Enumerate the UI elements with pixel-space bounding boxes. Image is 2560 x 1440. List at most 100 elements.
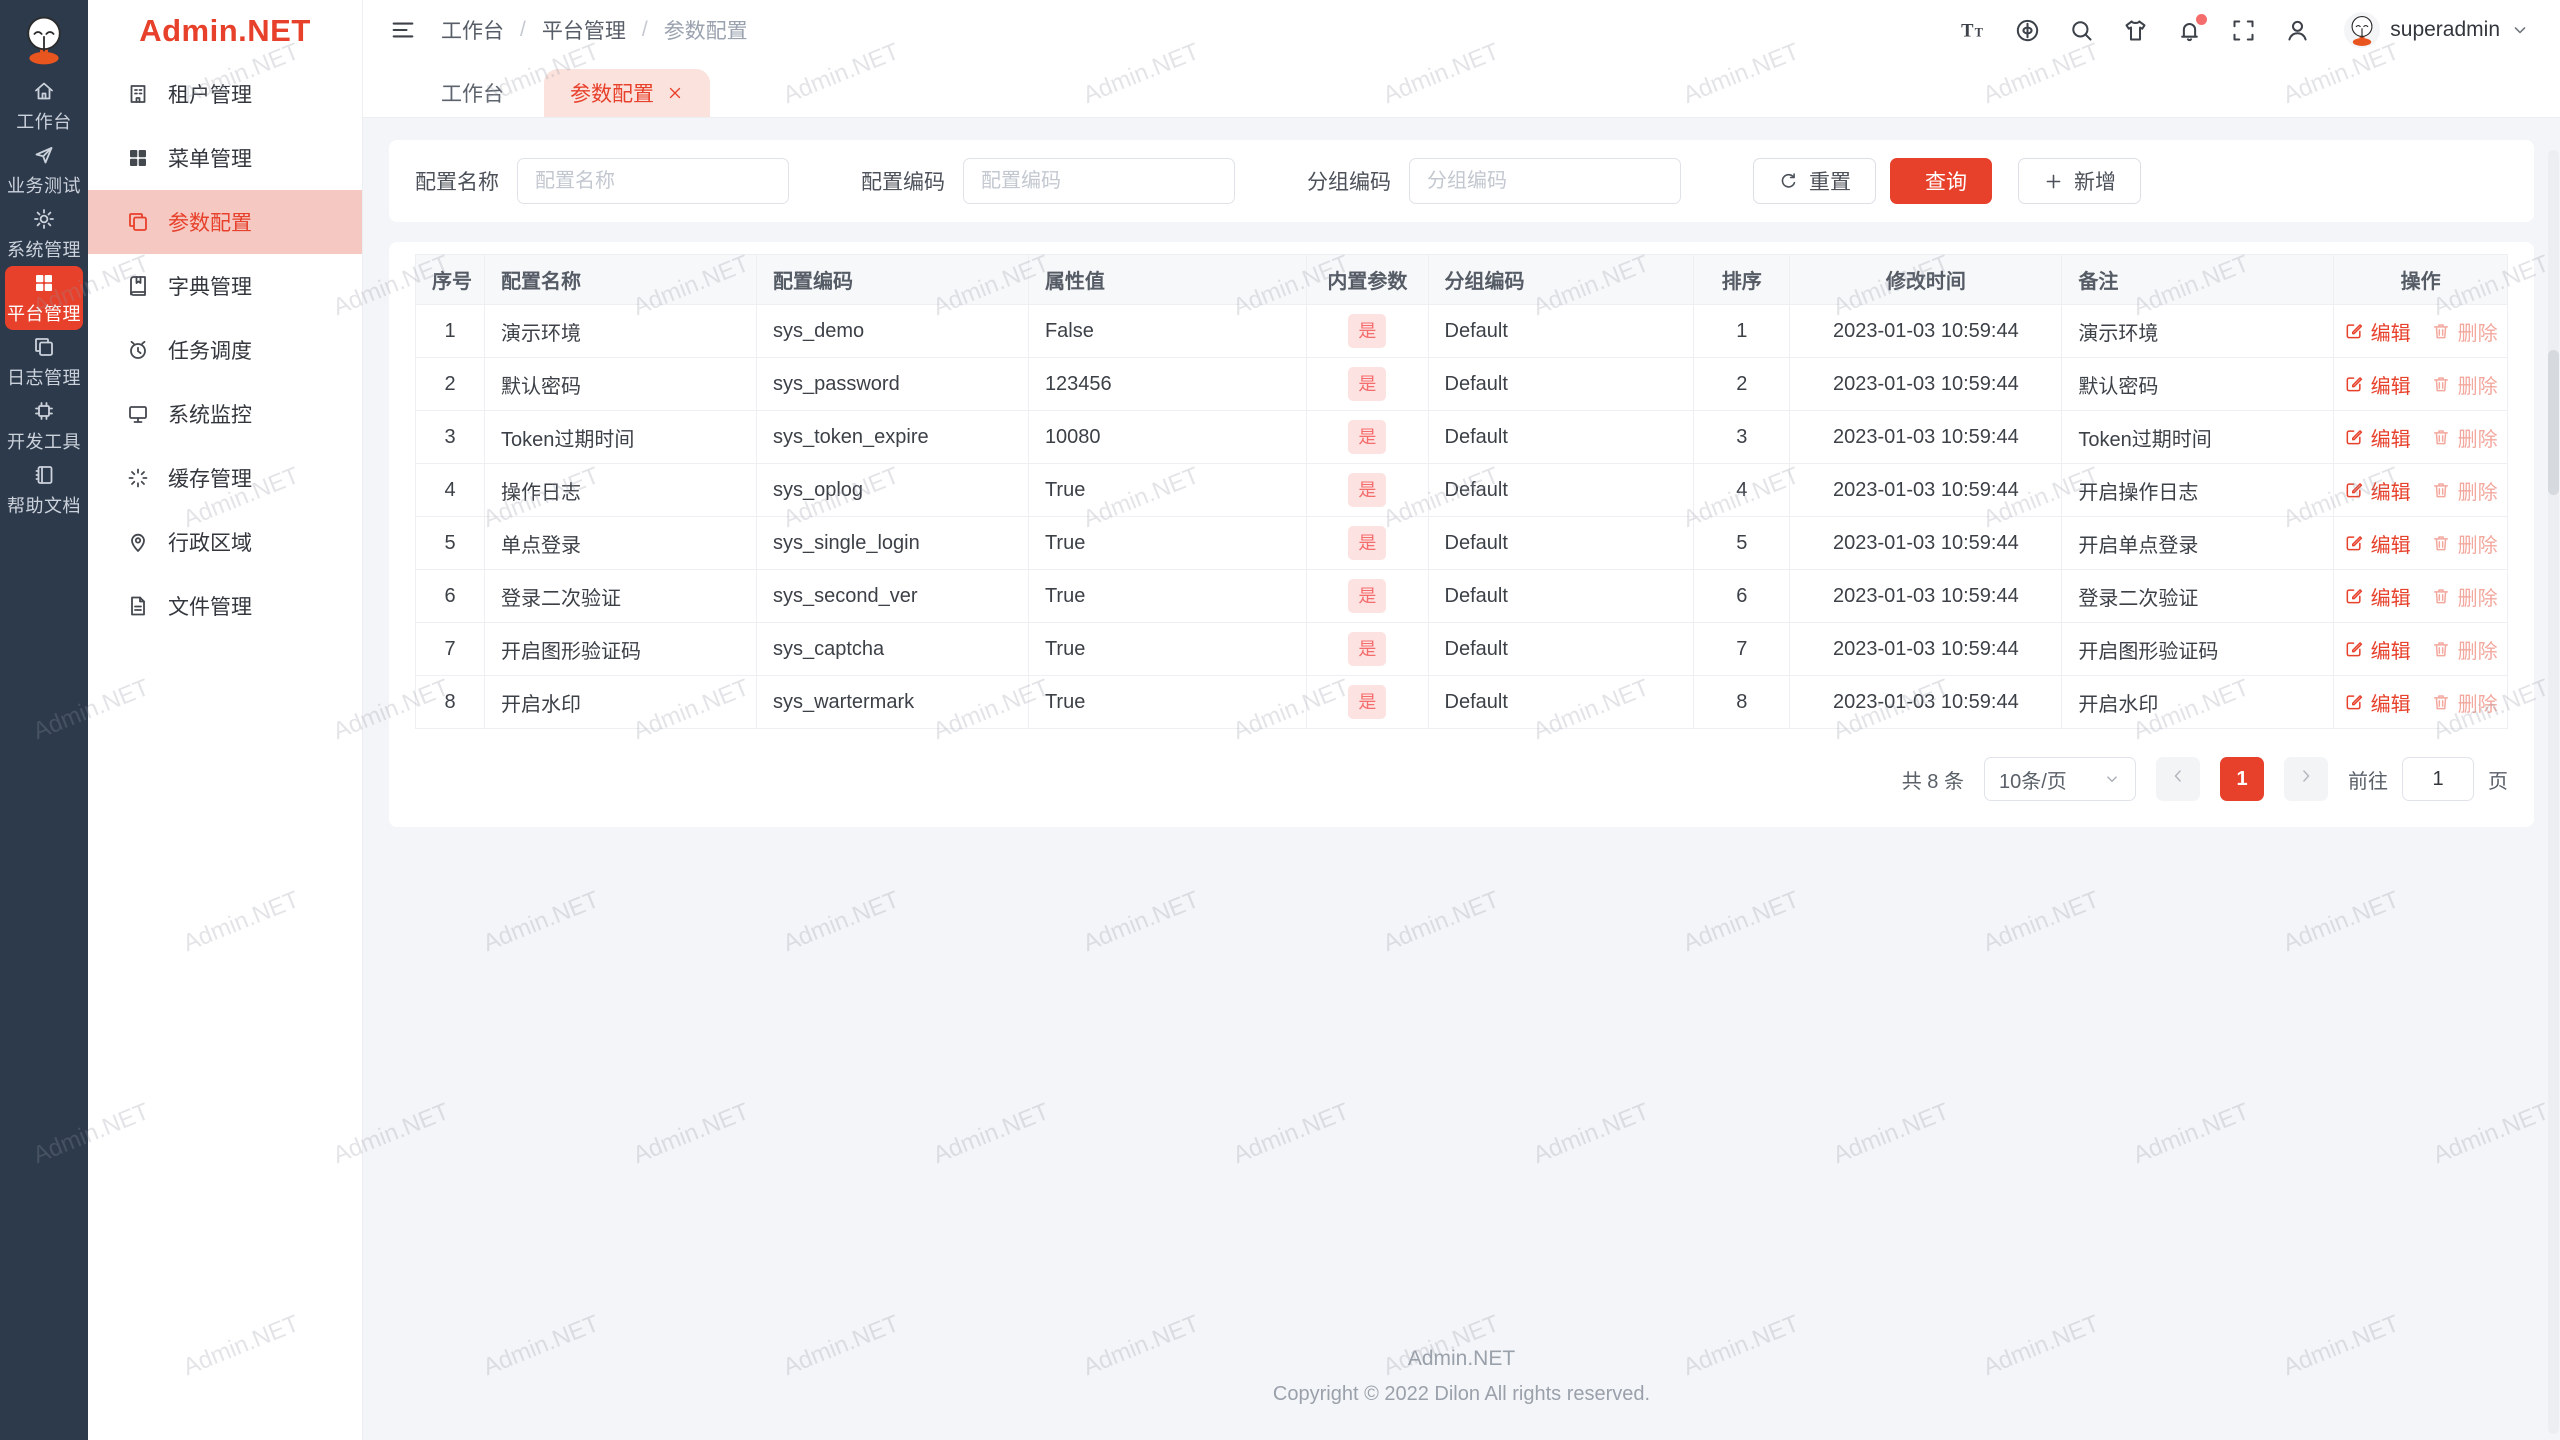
trash-icon — [2431, 427, 2451, 447]
tab-0[interactable]: 工作台 — [415, 69, 530, 117]
cell-time: 2023-01-03 10:59:44 — [1789, 304, 2063, 358]
data-table-panel: 序号 配置名称 配置编码 属性值 内置参数 分组编码 排序 修改时间 备注 操作 1 演示环境 s… — [389, 242, 2534, 827]
filter-label: 配置编码 — [861, 171, 945, 194]
delete-label: 删除 — [2457, 481, 2498, 504]
edit-button[interactable]: 编辑 — [2344, 476, 2411, 505]
close-icon[interactable] — [666, 84, 684, 102]
rail-item-biz-test[interactable]: 业务测试 — [5, 138, 83, 202]
chevron-left-icon — [2168, 766, 2188, 792]
total-count: 共 8 条 — [1901, 770, 1964, 793]
svg-text:T: T — [1961, 20, 1974, 41]
sidebar-item-menu[interactable]: 菜单管理 — [88, 126, 362, 190]
filter-panel: 配置名称 配置编码 分组编码 重置 查询 新增 — [389, 140, 2534, 222]
cell-value: True — [1027, 463, 1308, 517]
sidebar-item-label: 缓存管理 — [168, 468, 252, 491]
sidebar-item-cache[interactable]: 缓存管理 — [88, 446, 362, 510]
config-name-input[interactable] — [517, 158, 789, 204]
edit-button[interactable]: 编辑 — [2344, 688, 2411, 717]
query-button[interactable]: 查询 — [1890, 158, 1992, 204]
edit-label: 编辑 — [2370, 587, 2411, 610]
prev-page-button[interactable] — [2156, 757, 2200, 801]
cell-remark: Token过期时间 — [2061, 410, 2335, 464]
delete-button[interactable]: 删除 — [2431, 370, 2498, 399]
cell-value: False — [1027, 304, 1308, 358]
sidebar-item-label: 文件管理 — [168, 596, 252, 619]
delete-button[interactable]: 删除 — [2431, 582, 2498, 611]
next-page-button[interactable] — [2284, 757, 2328, 801]
scrollbar-thumb[interactable] — [2548, 350, 2559, 495]
edit-label: 编辑 — [2370, 375, 2411, 398]
edit-icon — [2344, 480, 2364, 500]
cell-group: Default — [1427, 357, 1695, 411]
tab-1[interactable]: 参数配置 — [544, 69, 710, 117]
scrollbar-track[interactable] — [2548, 150, 2559, 1434]
edit-button[interactable]: 编辑 — [2344, 635, 2411, 664]
cell-sort: 4 — [1693, 463, 1791, 517]
builtin-badge: 是 — [1348, 579, 1387, 613]
reset-button[interactable]: 重置 — [1753, 158, 1876, 204]
cell-remark: 开启图形验证码 — [2061, 622, 2335, 676]
rail-item-devtools[interactable]: 开发工具 — [5, 394, 83, 458]
delete-button[interactable]: 删除 — [2431, 635, 2498, 664]
delete-button[interactable]: 删除 — [2431, 476, 2498, 505]
sidebar-item-dict[interactable]: 字典管理 — [88, 254, 362, 318]
app-window: 工作台 业务测试 系统管理 平台管理 日志管理 开发工具 帮助文档 Admin.… — [0, 0, 2560, 1440]
mascot-icon — [27, 16, 61, 65]
cell-remark: 开启操作日志 — [2061, 463, 2335, 517]
filter-label: 分组编码 — [1307, 171, 1391, 194]
profile-icon[interactable] — [2284, 17, 2311, 44]
edit-button[interactable]: 编辑 — [2344, 582, 2411, 611]
group-code-input[interactable] — [1409, 158, 1681, 204]
cell-remark: 开启单点登录 — [2061, 516, 2335, 570]
delete-button[interactable]: 删除 — [2431, 529, 2498, 558]
edit-icon — [2344, 639, 2364, 659]
delete-button[interactable]: 删除 — [2431, 423, 2498, 452]
table-header-row: 序号 配置名称 配置编码 属性值 内置参数 分组编码 排序 修改时间 备注 操作 — [414, 254, 2508, 305]
sidebar-item-region[interactable]: 行政区域 — [88, 510, 362, 574]
font-size-icon[interactable]: TT — [1960, 17, 1987, 44]
cell-no: 7 — [414, 622, 486, 676]
notification-dot — [2196, 13, 2208, 25]
breadcrumb-item[interactable]: 平台管理 — [542, 15, 626, 45]
rail-item-docs[interactable]: 帮助文档 — [5, 458, 83, 522]
filter-buttons: 重置 查询 新增 — [1753, 158, 2141, 204]
goto-page-input[interactable] — [2402, 757, 2474, 801]
cell-builtin: 是 — [1306, 569, 1429, 623]
edit-button[interactable]: 编辑 — [2344, 529, 2411, 558]
sidebar-item-task[interactable]: 任务调度 — [88, 318, 362, 382]
breadcrumb-item: 参数配置 — [663, 20, 748, 43]
edit-label: 编辑 — [2370, 428, 2411, 451]
fullscreen-icon[interactable] — [2230, 17, 2257, 44]
delete-button[interactable]: 删除 — [2431, 317, 2498, 346]
cell-actions: 编辑 删除 — [2333, 304, 2508, 358]
app-logo-avatar[interactable] — [0, 8, 88, 70]
breadcrumb-item[interactable]: 工作台 — [441, 15, 504, 45]
current-page-button[interactable]: 1 — [2220, 757, 2264, 801]
theme-icon[interactable] — [2122, 17, 2149, 44]
user-menu[interactable]: superadmin — [2344, 12, 2530, 48]
cell-value: True — [1027, 569, 1308, 623]
rail-item-logs[interactable]: 日志管理 — [5, 330, 83, 394]
rail-item-workbench[interactable]: 工作台 — [5, 74, 83, 138]
edit-button[interactable]: 编辑 — [2344, 317, 2411, 346]
column-header-group: 分组编码 — [1427, 254, 1695, 305]
edit-label: 编辑 — [2370, 481, 2411, 504]
reset-button-label: 重置 — [1809, 171, 1851, 194]
sidebar-item-monitor[interactable]: 系统监控 — [88, 382, 362, 446]
page-size-select[interactable]: 10条/页 — [1984, 757, 2136, 801]
rail-item-platform[interactable]: 平台管理 — [5, 266, 83, 330]
language-icon[interactable] — [2014, 17, 2041, 44]
edit-button[interactable]: 编辑 — [2344, 423, 2411, 452]
rail-item-system[interactable]: 系统管理 — [5, 202, 83, 266]
add-button[interactable]: 新增 — [2018, 158, 2141, 204]
sidebar-item-tenant[interactable]: 租户管理 — [88, 62, 362, 126]
sidebar-item-file[interactable]: 文件管理 — [88, 574, 362, 638]
collapse-menu-icon[interactable] — [389, 16, 417, 44]
config-code-input[interactable] — [963, 158, 1235, 204]
notifications-icon[interactable] — [2176, 13, 2208, 44]
edit-icon — [2344, 321, 2364, 341]
search-icon[interactable] — [2068, 17, 2095, 44]
delete-button[interactable]: 删除 — [2431, 688, 2498, 717]
sidebar-item-config[interactable]: 参数配置 — [88, 190, 362, 254]
edit-button[interactable]: 编辑 — [2344, 370, 2411, 399]
